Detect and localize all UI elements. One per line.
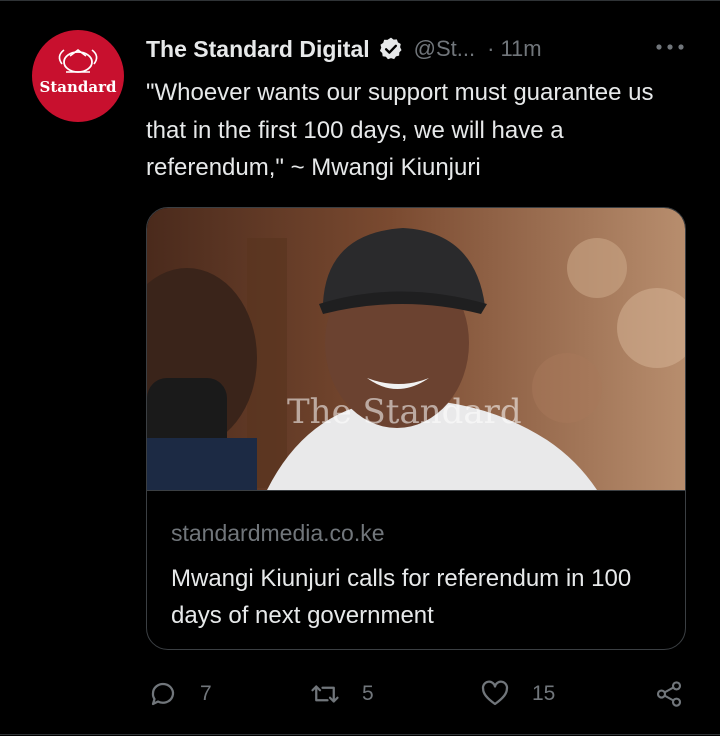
standard-emblem-icon: [58, 49, 98, 73]
heart-icon: [481, 680, 509, 706]
tweet-text: "Whoever wants our support must guarante…: [146, 79, 654, 181]
share-icon: [656, 681, 682, 707]
bottom-divider: [0, 734, 720, 735]
reply-button[interactable]: 7: [148, 672, 212, 716]
like-count: 15: [532, 682, 556, 705]
card-title: Mwangi Kiunjuri calls for referendum in …: [171, 565, 632, 629]
top-divider: [0, 0, 720, 1]
avatar-text: Standard: [39, 78, 117, 96]
time-separator: ·: [487, 36, 495, 61]
action-bar: 7 5 15: [0, 672, 720, 716]
avatar[interactable]: Standard: [32, 30, 124, 122]
reply-count: 7: [200, 682, 212, 705]
tweet-header: The Standard Digital @St... · 11m: [146, 32, 706, 66]
retweet-button[interactable]: 5: [310, 672, 374, 716]
reply-bubble-icon: [151, 682, 175, 706]
more-dots-icon[interactable]: [653, 36, 687, 58]
timestamp[interactable]: 11m: [500, 36, 541, 62]
article-photo: The Standard: [147, 208, 685, 490]
link-card[interactable]: The Standard standardmedia.co.ke Mwangi …: [146, 207, 686, 650]
verified-badge-icon: [379, 37, 402, 60]
display-name[interactable]: The Standard Digital: [146, 36, 370, 63]
handle[interactable]: @St...: [414, 36, 475, 62]
like-button[interactable]: 15: [480, 672, 555, 716]
retweet-count: 5: [362, 682, 374, 705]
card-divider: [147, 490, 685, 491]
retweet-icon: [311, 685, 339, 703]
photo-watermark: The Standard: [287, 392, 522, 432]
share-button[interactable]: [654, 672, 684, 716]
card-domain: standardmedia.co.ke: [171, 520, 385, 546]
